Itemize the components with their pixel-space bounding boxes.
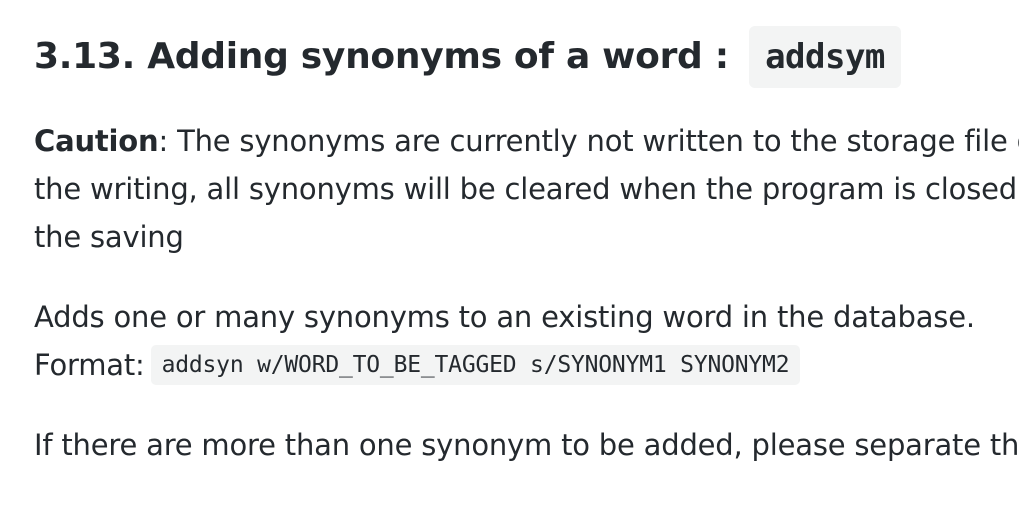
description-line: Adds one or many synonyms to an existing… bbox=[34, 300, 975, 334]
caution-label: Caution bbox=[34, 124, 159, 158]
section-heading-text: 3.13. Adding synonyms of a word : bbox=[34, 36, 729, 77]
format-code: addsyn w/WORD_TO_BE_TAGGED s/SYNONYM1 SY… bbox=[150, 345, 801, 385]
caution-line-1: Caution: The synonyms are currently not … bbox=[34, 117, 1019, 165]
format-line: Format: addsyn w/WORD_TO_BE_TAGGED s/SYNO… bbox=[34, 341, 975, 389]
note-paragraph: If there are more than one synonym to be… bbox=[34, 421, 1019, 469]
caution-line-2: the writing, all synonyms will be cleare… bbox=[34, 172, 1019, 206]
note-text: If there are more than one synonym to be… bbox=[34, 428, 1019, 462]
document-page: { "heading": { "text": "3.13. Adding syn… bbox=[0, 0, 1019, 509]
format-label: Format: bbox=[34, 348, 145, 382]
caution-text-1: : The synonyms are currently not written… bbox=[158, 124, 1019, 158]
command-code: addsym bbox=[749, 26, 901, 88]
caution-paragraph: Caution: The synonyms are currently not … bbox=[34, 117, 1019, 261]
section-heading: 3.13. Adding synonyms of a word : addsym bbox=[34, 26, 901, 88]
description-paragraph: Adds one or many synonyms to an existing… bbox=[34, 293, 975, 389]
caution-line-3: the saving bbox=[34, 220, 184, 254]
